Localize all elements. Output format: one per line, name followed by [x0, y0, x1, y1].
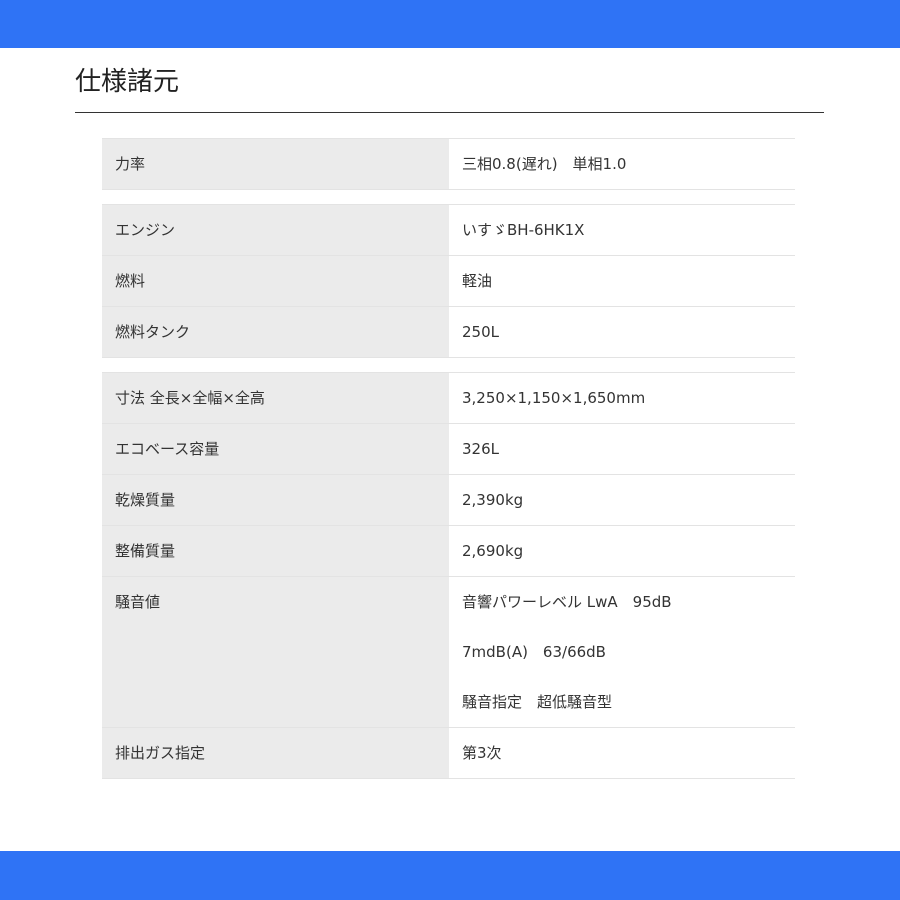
spec-label: 燃料: [102, 256, 449, 306]
spec-row: 寸法 全長×全幅×全高 3,250×1,150×1,650mm: [102, 372, 795, 424]
top-color-band: [0, 0, 900, 48]
spec-row: エコベース容量 326L: [102, 424, 795, 475]
spec-row: 排出ガス指定 第3次: [102, 728, 795, 779]
section-title: 仕様諸元: [75, 67, 180, 97]
title-divider: [75, 112, 824, 113]
spec-label: 力率: [102, 139, 449, 189]
spec-value: 326L: [449, 424, 795, 474]
spec-label: エコベース容量: [102, 424, 449, 474]
spec-label: 整備質量: [102, 526, 449, 576]
spec-group-power: 力率 三相0.8(遅れ) 単相1.0: [102, 138, 795, 190]
bottom-color-band: [0, 851, 900, 900]
spec-row: 燃料タンク 250L: [102, 307, 795, 358]
spec-value: 2,390kg: [449, 475, 795, 525]
spec-row: エンジン いすゞBH-6HK1X: [102, 204, 795, 256]
spec-label: エンジン: [102, 205, 449, 255]
spec-group-dimensions: 寸法 全長×全幅×全高 3,250×1,150×1,650mm エコベース容量 …: [102, 372, 795, 779]
spec-value: いすゞBH-6HK1X: [449, 205, 795, 255]
spec-value: 音響パワーレベル LwA 95dB 7mdB(A) 63/66dB 騒音指定 超…: [449, 577, 795, 727]
spec-value: 第3次: [449, 728, 795, 778]
spec-value: 三相0.8(遅れ) 単相1.0: [449, 139, 795, 189]
spec-row: 力率 三相0.8(遅れ) 単相1.0: [102, 138, 795, 190]
spec-row: 騒音値 音響パワーレベル LwA 95dB 7mdB(A) 63/66dB 騒音…: [102, 577, 795, 728]
spec-tables: 力率 三相0.8(遅れ) 単相1.0 エンジン いすゞBH-6HK1X 燃料 軽…: [102, 138, 795, 793]
spec-label: 排出ガス指定: [102, 728, 449, 778]
spec-group-engine: エンジン いすゞBH-6HK1X 燃料 軽油 燃料タンク 250L: [102, 204, 795, 358]
spec-value: 軽油: [449, 256, 795, 306]
spec-value: 3,250×1,150×1,650mm: [449, 373, 795, 423]
spec-label: 寸法 全長×全幅×全高: [102, 373, 449, 423]
spec-label: 燃料タンク: [102, 307, 449, 357]
spec-row: 燃料 軽油: [102, 256, 795, 307]
spec-label: 騒音値: [102, 577, 449, 727]
spec-row: 整備質量 2,690kg: [102, 526, 795, 577]
spec-row: 乾燥質量 2,390kg: [102, 475, 795, 526]
spec-label: 乾燥質量: [102, 475, 449, 525]
spec-value: 2,690kg: [449, 526, 795, 576]
spec-value: 250L: [449, 307, 795, 357]
